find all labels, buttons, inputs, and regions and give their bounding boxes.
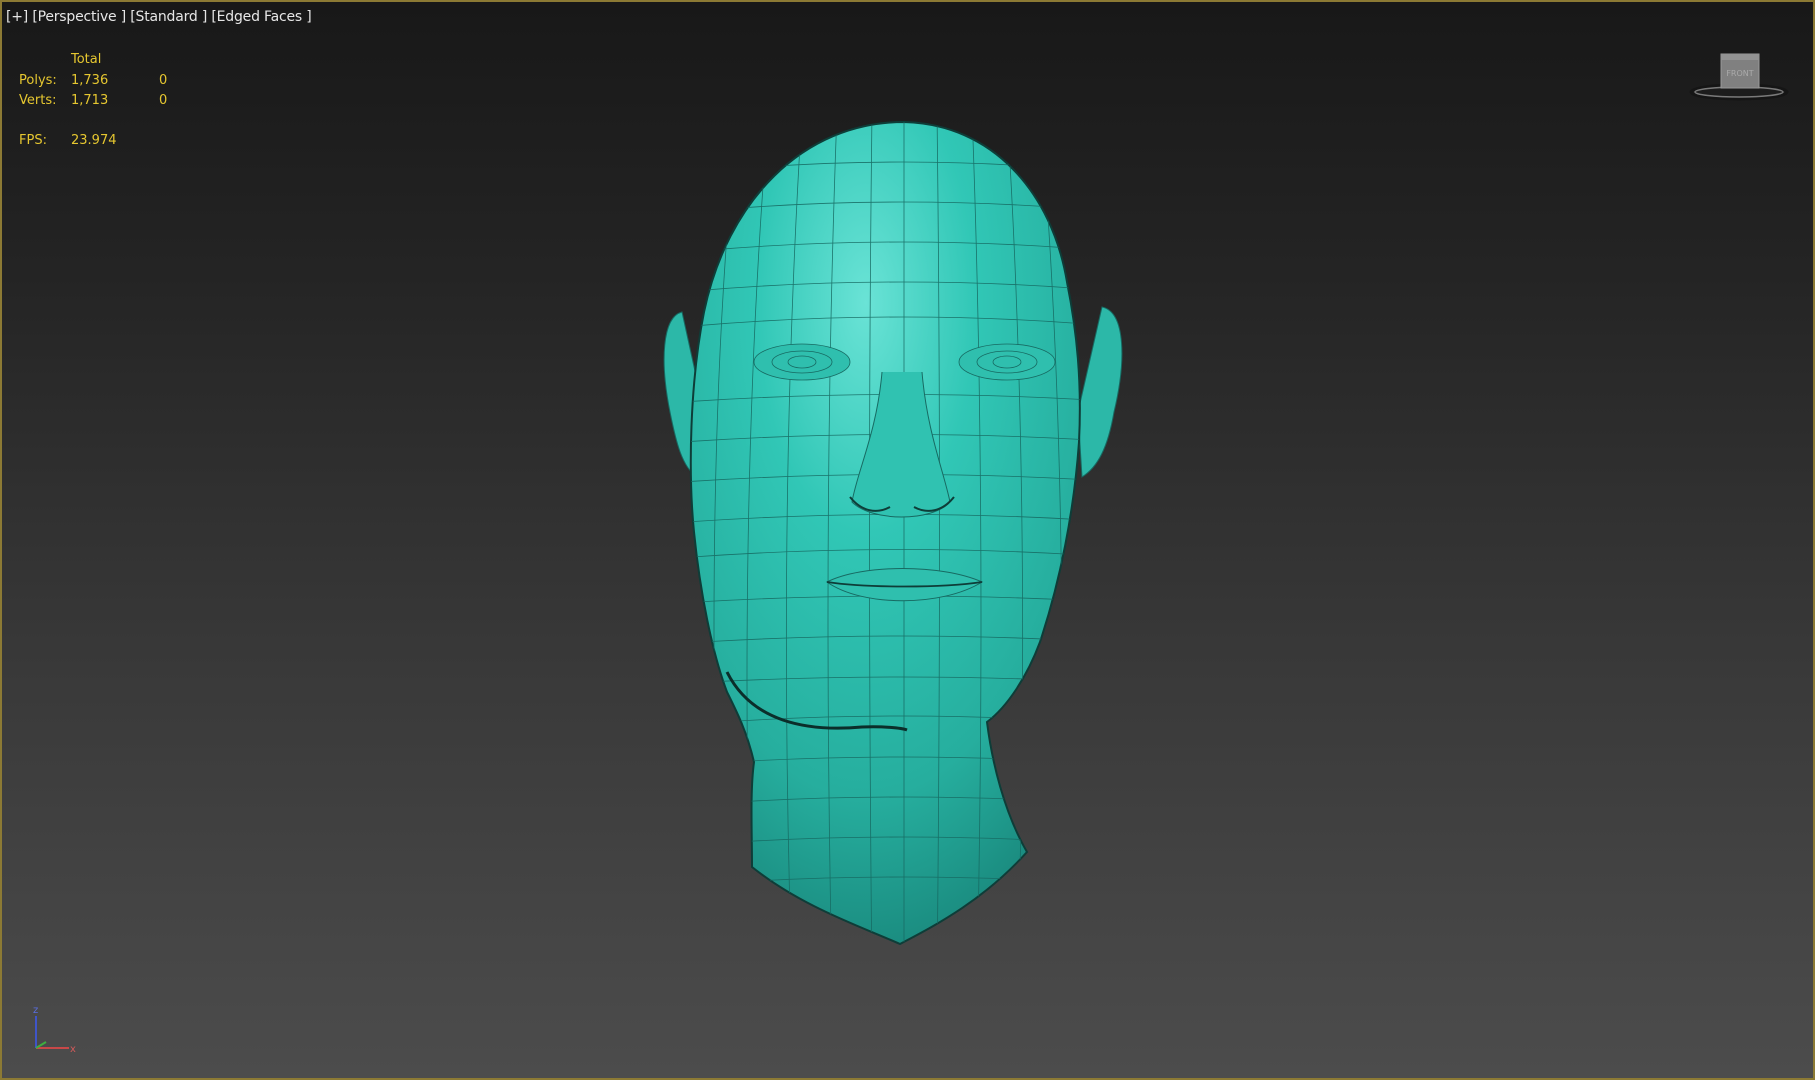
axis-x-label: x: [70, 1044, 76, 1054]
viewcube-front-label: FRONT: [1726, 69, 1753, 78]
fps-label: FPS:: [19, 132, 47, 148]
polys-selected-value: 0: [159, 72, 168, 88]
stats-total-header: Total: [71, 52, 102, 67]
viewport-plus-menu[interactable]: [+]: [6, 9, 28, 25]
polys-total-value: 1,736: [71, 72, 109, 88]
viewport-display-menu[interactable]: [Edged Faces ]: [211, 9, 311, 25]
axis-z-label: z: [33, 1005, 38, 1016]
viewcube-icon[interactable]: FRONT: [1687, 50, 1797, 110]
viewport-shading-menu[interactable]: [Standard ]: [130, 9, 207, 25]
viewport-label-menu: [+] [Perspective ] [Standard ] [Edged Fa…: [6, 9, 312, 25]
viewport-pov-menu[interactable]: [Perspective ]: [32, 9, 126, 25]
verts-selected-value: 0: [159, 93, 168, 108]
verts-label: Verts:: [19, 93, 57, 108]
stats-fps-row: FPS: 23.974: [19, 131, 219, 152]
stats-verts-row: Verts: 1,713 0: [19, 91, 219, 112]
verts-total-value: 1,713: [71, 93, 109, 108]
fps-value: 23.974: [71, 132, 117, 148]
stats-header-row: Total: [19, 50, 219, 71]
axis-tripod-icon: z x: [33, 1005, 76, 1054]
head-model-mesh[interactable]: [642, 112, 1182, 982]
viewport-statistics: Total Polys: 1,736 0 Verts: 1,713 0 FPS:…: [19, 50, 219, 151]
polys-label: Polys:: [19, 72, 57, 88]
perspective-viewport[interactable]: [+] [Perspective ] [Standard ] [Edged Fa…: [0, 0, 1815, 1080]
stats-polys-row: Polys: 1,736 0: [19, 71, 219, 92]
